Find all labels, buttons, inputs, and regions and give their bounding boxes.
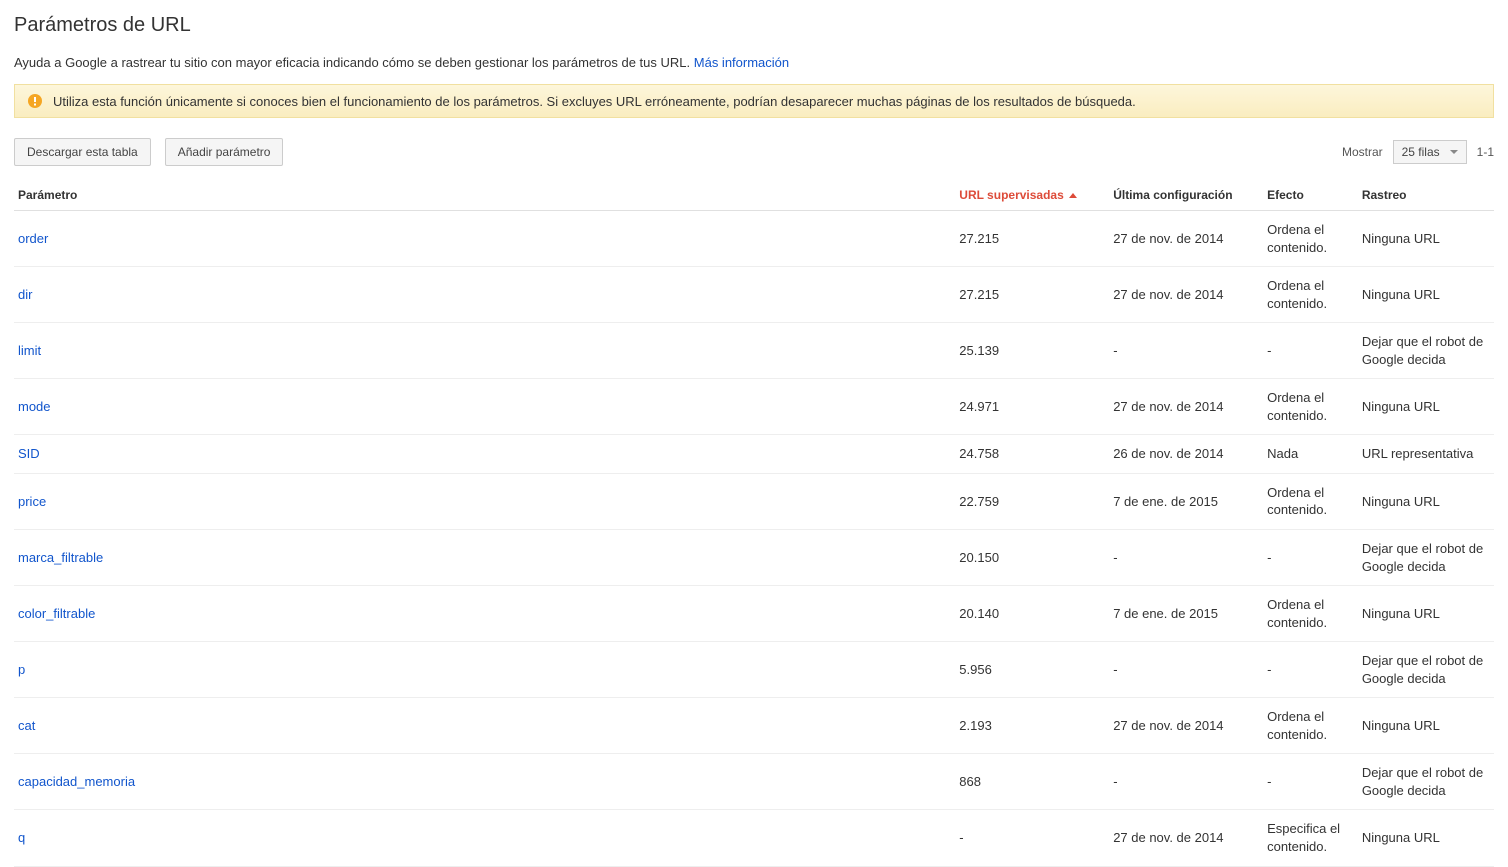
table-row: q -27 de nov. de 2014Especifica el conten… — [14, 810, 1494, 866]
cell-last-config: 27 de nov. de 2014 — [1109, 698, 1263, 754]
cell-crawl: Ninguna URL — [1358, 473, 1494, 529]
col-header-urls-monitored[interactable]: URL supervisadas — [955, 180, 1109, 211]
cell-urls: 20.150 — [955, 530, 1109, 586]
parameter-link[interactable]: marca_filtrable — [18, 550, 103, 565]
parameter-link[interactable]: color_filtrable — [18, 606, 95, 621]
parameters-table: Parámetro URL supervisadas Última config… — [14, 180, 1494, 867]
cell-urls: 24.758 — [955, 435, 1109, 474]
cell-urls: 868 — [955, 754, 1109, 810]
sort-asc-icon — [1069, 193, 1077, 198]
table-row: capacidad_memoria868--Dejar que el robot… — [14, 754, 1494, 810]
cell-urls: 20.140 — [955, 586, 1109, 642]
download-table-button[interactable]: Descargar esta tabla — [14, 138, 151, 166]
cell-urls: 5.956 — [955, 642, 1109, 698]
cell-crawl: Ninguna URL — [1358, 810, 1494, 866]
cell-crawl: Ninguna URL — [1358, 698, 1494, 754]
col-header-crawl[interactable]: Rastreo — [1358, 180, 1494, 211]
cell-last-config: - — [1109, 530, 1263, 586]
cell-urls: - — [955, 810, 1109, 866]
cell-effect: Ordena el contenido. — [1263, 698, 1358, 754]
cell-crawl: Ninguna URL — [1358, 379, 1494, 435]
parameter-link[interactable]: dir — [18, 287, 32, 302]
parameter-link[interactable]: limit — [18, 343, 41, 358]
table-row: p5.956--Dejar que el robot de Google dec… — [14, 642, 1494, 698]
cell-crawl: Dejar que el robot de Google decida — [1358, 530, 1494, 586]
table-row: SID 24.75826 de nov. de 2014NadaURL repre… — [14, 435, 1494, 474]
parameter-link[interactable]: SID — [18, 446, 40, 461]
table-row: order 27.21527 de nov. de 2014Ordena el c… — [14, 211, 1494, 267]
parameter-link[interactable]: q — [18, 830, 25, 845]
page-intro: Ayuda a Google a rastrear tu sitio con m… — [14, 55, 1494, 70]
table-row: mode 24.97127 de nov. de 2014Ordena el co… — [14, 379, 1494, 435]
cell-last-config: - — [1109, 642, 1263, 698]
col-header-urls-label: URL supervisadas — [959, 188, 1064, 202]
intro-text: Ayuda a Google a rastrear tu sitio con m… — [14, 55, 690, 70]
cell-urls: 22.759 — [955, 473, 1109, 529]
cell-crawl: URL representativa — [1358, 435, 1494, 474]
cell-effect: Ordena el contenido. — [1263, 211, 1358, 267]
cell-last-config: - — [1109, 754, 1263, 810]
cell-urls: 27.215 — [955, 267, 1109, 323]
cell-last-config: 7 de ene. de 2015 — [1109, 586, 1263, 642]
cell-urls: 25.139 — [955, 323, 1109, 379]
cell-effect: - — [1263, 642, 1358, 698]
cell-effect: - — [1263, 530, 1358, 586]
cell-effect: - — [1263, 323, 1358, 379]
parameter-link[interactable]: p — [18, 662, 25, 677]
rows-per-page-select[interactable]: 25 filas — [1393, 140, 1467, 164]
warning-icon — [27, 93, 43, 109]
add-parameter-button[interactable]: Añadir parámetro — [165, 138, 284, 166]
cell-crawl: Dejar que el robot de Google decida — [1358, 754, 1494, 810]
table-row: price 22.7597 de ene. de 2015Ordena el co… — [14, 473, 1494, 529]
cell-effect: Especifica el contenido. — [1263, 810, 1358, 866]
table-row: cat 2.19327 de nov. de 2014Ordena el cont… — [14, 698, 1494, 754]
cell-last-config: 26 de nov. de 2014 — [1109, 435, 1263, 474]
parameter-link[interactable]: order — [18, 231, 48, 246]
parameter-link[interactable]: cat — [18, 718, 35, 733]
cell-effect: Ordena el contenido. — [1263, 586, 1358, 642]
cell-crawl: Ninguna URL — [1358, 267, 1494, 323]
warning-text: Utiliza esta función únicamente si conoc… — [53, 94, 1136, 109]
parameter-link[interactable]: price — [18, 494, 46, 509]
warning-banner: Utiliza esta función únicamente si conoc… — [14, 84, 1494, 118]
cell-crawl: Dejar que el robot de Google decida — [1358, 642, 1494, 698]
cell-last-config: 27 de nov. de 2014 — [1109, 267, 1263, 323]
table-row: limit25.139--Dejar que el robot de Googl… — [14, 323, 1494, 379]
cell-last-config: 27 de nov. de 2014 — [1109, 810, 1263, 866]
cell-effect: Ordena el contenido. — [1263, 379, 1358, 435]
cell-effect: Ordena el contenido. — [1263, 267, 1358, 323]
cell-crawl: Ninguna URL — [1358, 211, 1494, 267]
col-header-effect[interactable]: Efecto — [1263, 180, 1358, 211]
cell-urls: 27.215 — [955, 211, 1109, 267]
cell-crawl: Ninguna URL — [1358, 586, 1494, 642]
page-title: Parámetros de URL — [14, 14, 1494, 37]
cell-urls: 2.193 — [955, 698, 1109, 754]
parameter-link[interactable]: mode — [18, 399, 51, 414]
cell-crawl: Dejar que el robot de Google decida — [1358, 323, 1494, 379]
col-header-last-config[interactable]: Última configuración — [1109, 180, 1263, 211]
cell-urls: 24.971 — [955, 379, 1109, 435]
pager-range: 1-1 — [1477, 145, 1494, 159]
cell-last-config: 27 de nov. de 2014 — [1109, 379, 1263, 435]
table-row: dir 27.21527 de nov. de 2014Ordena el con… — [14, 267, 1494, 323]
cell-last-config: 7 de ene. de 2015 — [1109, 473, 1263, 529]
cell-effect: Ordena el contenido. — [1263, 473, 1358, 529]
parameter-link[interactable]: capacidad_memoria — [18, 774, 135, 789]
col-header-parameter[interactable]: Parámetro — [14, 180, 955, 211]
table-row: marca_filtrable20.150--Dejar que el robo… — [14, 530, 1494, 586]
cell-effect: - — [1263, 754, 1358, 810]
cell-effect: Nada — [1263, 435, 1358, 474]
cell-last-config: 27 de nov. de 2014 — [1109, 211, 1263, 267]
more-info-link[interactable]: Más información — [694, 55, 789, 70]
table-row: color_filtrable 20.1407 de ene. de 2015Or… — [14, 586, 1494, 642]
cell-last-config: - — [1109, 323, 1263, 379]
show-label: Mostrar — [1342, 145, 1383, 159]
